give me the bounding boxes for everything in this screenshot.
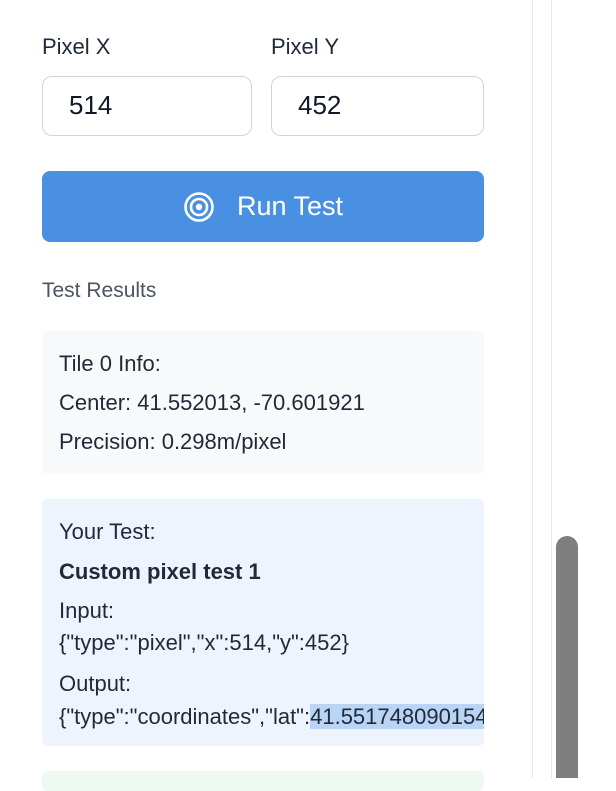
pixel-y-label: Pixel Y	[271, 34, 340, 59]
run-test-button[interactable]: Run Test	[42, 171, 484, 242]
output-prefix: {"type":"coordinates","lat":	[59, 704, 311, 729]
tile-center-text: Center: 41.552013, -70.601921	[59, 390, 365, 415]
tile-info-card: Tile 0 Info: Center: 41.552013, -70.6019…	[42, 331, 484, 474]
your-test-card: Your Test: Custom pixel test 1 Input: {"…	[42, 499, 484, 746]
run-test-label: Run Test	[236, 191, 344, 221]
input-value: {"type":"pixel","x":514,"y":452}	[59, 630, 349, 655]
pixel-y-input[interactable]: 452	[271, 76, 484, 136]
tile-precision-text: Precision: 0.298m/pixel	[59, 429, 287, 454]
target-icon	[184, 191, 214, 222]
scrollbar-thumb[interactable]	[556, 536, 578, 778]
next-result-card	[42, 771, 484, 791]
test-results-title: Test Results	[42, 279, 157, 302]
test-panel: Pixel X Pixel Y 514 452 Run Test Test Re…	[0, 0, 532, 791]
output-label: Output:	[59, 671, 132, 696]
output-selected-text: 41.551748090154	[310, 704, 484, 729]
test-name: Custom pixel test 1	[59, 559, 261, 584]
input-label: Input:	[59, 598, 115, 623]
tile-info-heading: Tile 0 Info:	[59, 351, 161, 376]
output-value[interactable]: {"type":"coordinates","lat":41.551748090…	[59, 704, 484, 730]
your-test-heading: Your Test:	[59, 519, 156, 544]
scroll-track-border	[551, 0, 552, 778]
pixel-x-label: Pixel X	[42, 34, 111, 59]
pixel-x-input[interactable]: 514	[42, 76, 252, 136]
